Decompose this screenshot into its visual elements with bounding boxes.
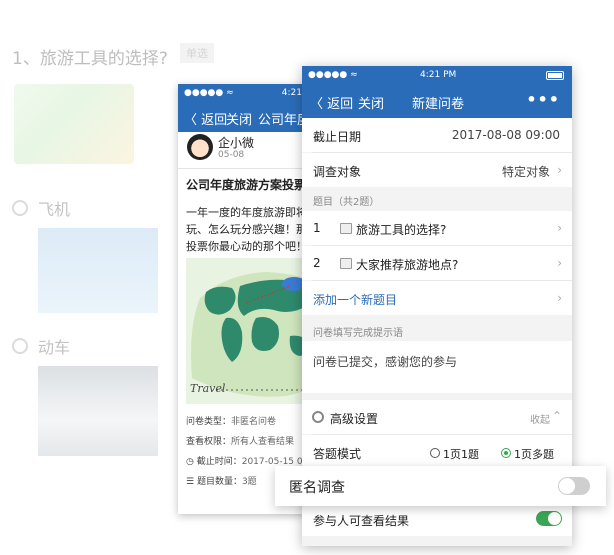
add-question-link[interactable]: 添加一个新题目	[313, 291, 397, 308]
chevron-right-icon: ›	[557, 256, 562, 270]
post-body: 一年一度的年度旅游即将 玩、怎么玩分感兴趣！那么 投票你最心动的那个吧！	[186, 206, 308, 253]
chevron-right-icon: ›	[557, 163, 562, 177]
back-button[interactable]: 〈 返回	[310, 93, 353, 112]
phone-survey-post: ●●●●● ≈ 4:21 〈 返回 关闭 公司年度 企小微 05-08 公司年度…	[178, 84, 308, 514]
bg-question-image	[14, 84, 134, 164]
avatar	[187, 134, 213, 160]
view-results-toggle[interactable]	[536, 511, 562, 526]
questions-header: 题目（共2题）	[313, 197, 380, 208]
signal-icon: ●●●●● ≈	[308, 70, 358, 80]
radio-multi-per-page[interactable]	[501, 448, 511, 458]
status-time: 4:21	[281, 88, 302, 98]
meta-key: 截止时间：	[196, 457, 242, 467]
meta-value: 所有人查看结果	[231, 437, 295, 447]
anonymous-survey-toggle[interactable]	[558, 477, 590, 495]
completion-message-text: 问卷已提交，感谢您的参与	[313, 355, 458, 369]
question-text: 大家推荐旅游地点?	[356, 258, 459, 272]
bg-question-title: 1、旅游工具的选择?	[12, 49, 168, 69]
clock-icon: ◷	[186, 457, 197, 467]
bg-radio-option-1	[12, 200, 28, 216]
answer-mode-label: 答题模式	[313, 447, 362, 461]
deadline-label: 截止日期	[313, 130, 362, 144]
chevron-up-icon: ⌃	[551, 409, 562, 423]
meta-value: 非匿名问卷	[231, 417, 277, 427]
chevron-right-icon: ›	[557, 291, 562, 305]
back-button[interactable]: 〈 返回	[184, 109, 227, 128]
completion-header: 问卷填写完成提示语	[313, 328, 403, 339]
battery-icon	[546, 71, 564, 80]
status-bar: ●●●●● ≈ 4:21 PM	[302, 66, 572, 84]
gear-icon	[312, 411, 324, 423]
meta-value: 3题	[241, 477, 257, 487]
add-question-row[interactable]: 添加一个新题目 ›	[302, 281, 572, 315]
nav-bar: 〈 返回 关闭 公司年度	[178, 102, 308, 132]
text-answer-icon	[340, 258, 352, 269]
nav-title: 公司年度	[258, 113, 308, 128]
question-number: 1	[313, 221, 321, 235]
question-row-2[interactable]: 2 大家推荐旅游地点? ›	[302, 246, 572, 280]
option-multi-per-page-label[interactable]: 1页多题	[514, 446, 554, 462]
advanced-settings-label: 高级设置	[330, 412, 379, 426]
back-label: 返回	[327, 97, 354, 112]
meta-key: 查看权限：	[186, 437, 232, 447]
question-text: 旅游工具的选择?	[356, 223, 447, 237]
completion-message-input[interactable]: 问卷已提交，感谢您的参与	[302, 341, 572, 393]
nav-title: 新建问卷	[412, 97, 465, 112]
deadline-value: 2017-08-08 09:00	[451, 128, 560, 142]
single-choice-icon	[340, 223, 352, 234]
meta-type: 问卷类型：非匿名问卷	[186, 414, 276, 427]
view-results-row: 参与人可查看结果	[302, 502, 572, 536]
collapse-label[interactable]: 收起	[530, 411, 550, 426]
view-results-label: 参与人可查看结果	[313, 514, 410, 528]
answer-mode-row: 答题模式 1页1题 1页多题	[302, 435, 572, 469]
close-button[interactable]: 关闭	[358, 93, 384, 112]
divider	[178, 168, 308, 169]
meta-key: 问卷类型：	[186, 417, 232, 427]
user-name: 企小微	[218, 136, 255, 150]
option-one-per-page-label[interactable]: 1页1题	[443, 446, 479, 462]
bg-airplane-image	[38, 228, 158, 313]
chevron-right-icon: ›	[557, 221, 562, 235]
signal-icon: ●●●●● ≈	[184, 88, 234, 98]
status-bar: ●●●●● ≈ 4:21	[178, 84, 308, 102]
back-label: 返回	[201, 113, 228, 128]
anonymous-survey-row: 匿名调查	[275, 466, 606, 506]
map-caption: Travel	[190, 382, 226, 395]
bg-option-label-1: 飞机	[38, 200, 71, 219]
deadline-row[interactable]: 截止日期 2017-08-08 09:00	[302, 118, 572, 152]
radio-one-per-page[interactable]	[430, 448, 440, 458]
post-date: 05-08	[218, 150, 245, 160]
question-row-1[interactable]: 1 旅游工具的选择? ›	[302, 211, 572, 245]
close-button[interactable]: 关闭	[226, 109, 252, 128]
list-icon: ☰	[186, 477, 197, 487]
bg-train-image	[38, 366, 158, 456]
target-row[interactable]: 调查对象 特定对象 ›	[302, 153, 572, 187]
meta-permission: 查看权限：所有人查看结果	[186, 434, 294, 447]
status-time: 4:21 PM	[420, 70, 457, 80]
target-value: 特定对象	[501, 165, 550, 179]
bg-radio-option-2	[12, 338, 28, 354]
anonymous-survey-label: 匿名调查	[289, 480, 345, 496]
more-icon[interactable]: •••	[526, 90, 560, 109]
bg-question-type-tag: 单选	[180, 43, 214, 63]
target-label: 调查对象	[313, 165, 362, 179]
advanced-settings-row[interactable]: 高级设置 收起 ⌃	[302, 400, 572, 434]
post-title: 公司年度旅游方案投票	[186, 178, 307, 192]
meta-key: 题目数量：	[196, 477, 242, 487]
nav-bar: 〈 返回 关闭 新建问卷 •••	[302, 84, 572, 118]
question-number: 2	[313, 256, 321, 270]
bg-option-label-2: 动车	[38, 338, 71, 357]
meta-question-count: ☰ 题目数量：3题	[186, 474, 257, 487]
travel-map-image: Travel	[186, 258, 308, 404]
